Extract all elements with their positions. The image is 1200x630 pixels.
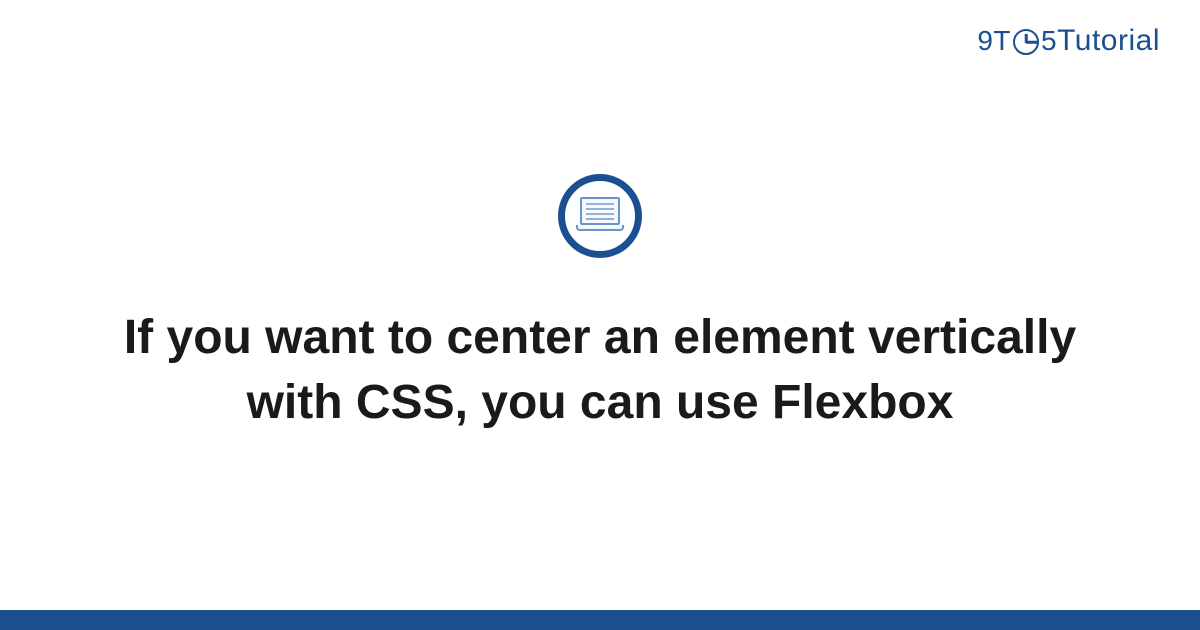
main-content: If you want to center an element vertica…	[0, 0, 1200, 610]
laptop-screen	[580, 197, 620, 225]
article-title: If you want to center an element vertica…	[120, 306, 1080, 436]
laptop-base	[576, 225, 624, 231]
footer-accent-bar	[0, 610, 1200, 630]
topic-icon-circle	[558, 174, 642, 258]
laptop-icon	[576, 197, 624, 235]
